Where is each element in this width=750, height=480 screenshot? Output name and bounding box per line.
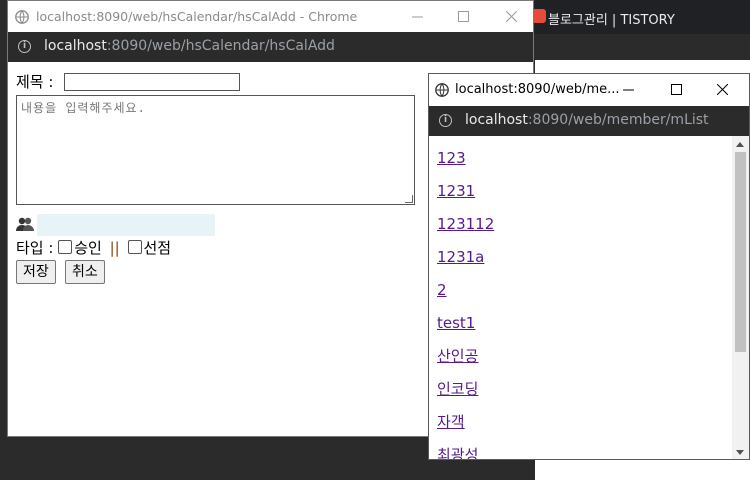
close-icon [505,10,517,22]
title-label: 제목 : [16,73,54,91]
type-label: 타입 : [16,239,54,257]
content-placeholder: 내용을 입력해주세요. [21,101,146,115]
maximize-icon [670,83,682,95]
content-textarea[interactable]: 내용을 입력해주세요. [16,95,415,205]
member-link[interactable]: 자객 [437,406,494,439]
popup-close-button[interactable] [707,78,737,100]
member-link[interactable]: 123 [437,142,494,175]
minimize-button[interactable] [402,5,432,27]
globe-icon [15,10,29,24]
member-link[interactable]: 1231 [437,175,494,208]
title-input[interactable] [64,73,240,91]
main-url: localhost:8090/web/hsCalendar/hsCalAdd [44,38,335,54]
type-row: 타입 : 승인 || 선점 [16,237,171,258]
member-link[interactable]: 인코딩 [437,373,494,406]
scroll-thumb[interactable] [735,152,746,352]
popup-minimize-button[interactable] [613,78,643,100]
type-separator: || [109,239,120,257]
approve-checkbox[interactable] [58,240,73,254]
popup-url: localhost:8090/web/member/mList [465,112,709,128]
member-list: 123 1231 123112 1231a 2 test1 산인공 인코딩 자객… [437,142,494,459]
tistory-favicon-icon [532,9,546,23]
member-link[interactable]: 1231a [437,241,494,274]
close-button[interactable] [496,5,526,27]
globe-icon [435,83,449,97]
popup-titlebar[interactable]: localhost:8090/web/me... [429,74,749,106]
minimize-icon [622,89,634,90]
member-link[interactable]: 123112 [437,208,494,241]
maximize-button[interactable] [448,5,478,27]
member-link[interactable]: 최광성 [437,439,494,459]
popup-scrollbar[interactable] [732,136,749,459]
main-window-titlebar[interactable]: localhost:8090/web/hsCalendar/hsCalAdd -… [8,1,533,32]
popup-title: localhost:8090/web/me... [455,82,620,97]
member-list-popup: localhost:8090/web/me... i localhost:809… [428,73,750,460]
background-tab-label: 블로그관리 | TISTORY [548,13,675,28]
scroll-up-icon[interactable] [736,142,744,147]
close-icon [716,83,728,95]
popup-address-bar[interactable]: i localhost:8090/web/member/mList [429,106,749,136]
main-address-bar[interactable]: i localhost:8090/web/hsCalendar/hsCalAdd [8,32,533,62]
main-window-title: localhost:8090/web/hsCalendar/hsCalAdd -… [36,9,358,24]
member-link[interactable]: test1 [437,307,494,340]
save-button[interactable]: 저장 [16,260,56,284]
background-browser-tab[interactable]: 블로그관리 | TISTORY [520,0,750,34]
member-link[interactable]: 산인공 [437,340,494,373]
site-info-icon[interactable]: i [18,40,31,53]
pick-checkbox[interactable] [127,240,142,254]
members-icon[interactable] [16,216,34,232]
minimize-icon [411,16,423,17]
member-link[interactable]: 2 [437,274,494,307]
maximize-icon [457,10,469,22]
site-info-icon[interactable]: i [439,114,452,127]
pick-label: 선점 [143,239,172,257]
approve-label: 승인 [74,239,102,257]
popup-maximize-button[interactable] [661,78,691,100]
cancel-button[interactable]: 취소 [65,260,105,284]
member-field[interactable] [37,214,215,236]
resize-handle-icon[interactable] [405,195,413,203]
scroll-down-icon[interactable] [736,450,744,455]
